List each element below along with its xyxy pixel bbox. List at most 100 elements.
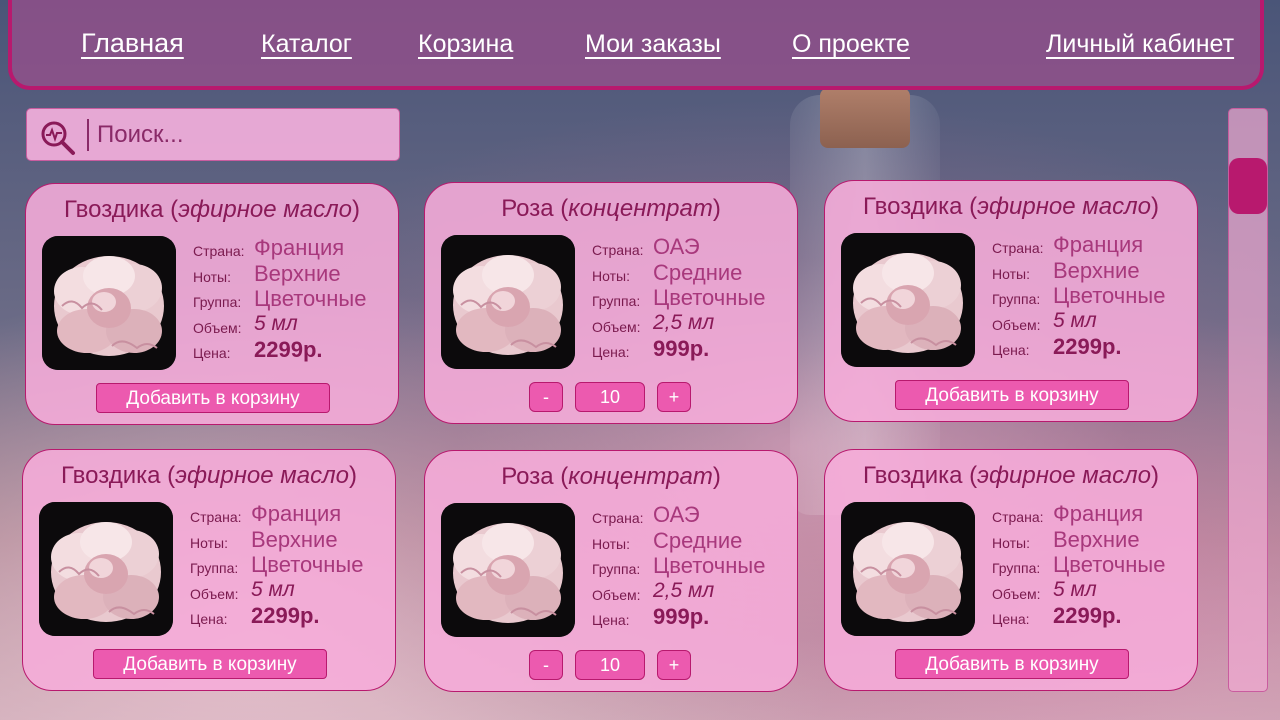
product-name: Гвоздика (	[64, 196, 179, 223]
product-title: Роза (концентрат)	[425, 195, 797, 223]
search-box	[26, 108, 400, 161]
spec-label-notes: Ноты:	[193, 268, 231, 285]
product-name-close: )	[348, 462, 357, 489]
spec-label-price: Цена:	[992, 611, 1030, 627]
product-name: Гвоздика (	[61, 462, 176, 489]
spec-label-volume: Объем:	[592, 586, 641, 603]
product-name: Роза (	[501, 195, 569, 222]
quantity-field[interactable]: 10	[575, 382, 645, 412]
product-name-close: )	[351, 196, 360, 223]
add-to-cart-button[interactable]: Добавить в корзину	[93, 649, 327, 679]
spec-label-price: Цена:	[592, 344, 630, 360]
quantity-field[interactable]: 10	[575, 650, 645, 680]
product-image	[39, 502, 173, 636]
scrollbar-thumb[interactable]	[1229, 158, 1267, 214]
product-type: эфирное масло	[175, 462, 349, 489]
product-card[interactable]: Гвоздика (эфирное масло) Страна: Франция Н…	[25, 183, 399, 425]
nav-link-cart[interactable]: Корзина	[418, 30, 513, 59]
nav-link-my-orders[interactable]: Мои заказы	[585, 30, 721, 59]
spec-label-notes: Ноты:	[992, 534, 1030, 551]
spec-label-country: Страна:	[992, 509, 1044, 525]
spec-value-group: Цветочные	[653, 553, 766, 578]
top-navbar: Главная Каталог Корзина Мои заказы О про…	[8, 0, 1264, 90]
product-card[interactable]: Роза (концентрат) Страна: ОАЭ Ноты: Средние…	[424, 182, 798, 424]
product-title: Гвоздика (эфирное масло)	[825, 193, 1197, 221]
product-card[interactable]: Гвоздика (эфирное масло) Страна: Франция Н…	[824, 180, 1198, 422]
product-name: Гвоздика (	[863, 193, 978, 220]
product-type: эфирное масло	[977, 193, 1151, 220]
spec-value-volume: 2,5 мл	[653, 578, 715, 602]
add-to-cart-button[interactable]: Добавить в корзину	[895, 649, 1129, 679]
spec-label-price: Цена:	[992, 342, 1030, 358]
product-title: Гвоздика (эфирное масло)	[23, 462, 395, 490]
add-to-cart-button[interactable]: Добавить в корзину	[895, 380, 1129, 410]
product-image	[42, 236, 176, 370]
quantity-increase-button[interactable]: +	[657, 650, 691, 680]
spec-label-group: Группа:	[190, 560, 239, 576]
spec-label-volume: Объем:	[193, 319, 242, 336]
spec-value-price: 999р.	[653, 604, 710, 629]
nav-link-account[interactable]: Личный кабинет	[1046, 30, 1234, 59]
spec-value-volume: 5 мл	[1053, 577, 1097, 601]
spec-value-group: Цветочные	[251, 552, 364, 577]
product-card[interactable]: Гвоздика (эфирное масло) Страна: Франция Н…	[824, 449, 1198, 691]
spec-label-price: Цена:	[592, 612, 630, 628]
background-bottle-cap	[820, 88, 910, 148]
product-title: Гвоздика (эфирное масло)	[26, 196, 398, 224]
product-image	[841, 233, 975, 367]
spec-value-country: ОАЭ	[653, 502, 700, 527]
product-card[interactable]: Роза (концентрат) Страна: ОАЭ Ноты: Средние…	[424, 450, 798, 692]
spec-value-country: Франция	[254, 235, 345, 260]
product-image	[841, 502, 975, 636]
quantity-decrease-button[interactable]: -	[529, 650, 563, 680]
spec-value-notes: Верхние	[1053, 257, 1140, 283]
spec-label-country: Страна:	[592, 242, 644, 258]
nav-link-about[interactable]: О проекте	[792, 30, 910, 59]
spec-value-volume: 5 мл	[1053, 308, 1097, 332]
spec-label-price: Цена:	[190, 611, 228, 627]
product-image	[441, 503, 575, 637]
spec-value-notes: Верхние	[251, 526, 338, 552]
spec-label-country: Страна:	[592, 510, 644, 526]
spec-value-notes: Верхние	[254, 260, 341, 286]
spec-label-group: Группа:	[193, 294, 242, 310]
product-type: концентрат	[568, 463, 713, 490]
product-name-close: )	[712, 463, 721, 490]
spec-value-price: 2299р.	[1053, 603, 1122, 628]
spec-value-country: ОАЭ	[653, 234, 700, 259]
quantity-decrease-button[interactable]: -	[529, 382, 563, 412]
spec-label-notes: Ноты:	[190, 534, 228, 551]
product-card[interactable]: Гвоздика (эфирное масло) Страна: Франция Н…	[22, 449, 396, 691]
spec-value-notes: Средние	[653, 527, 743, 553]
product-title: Гвоздика (эфирное масло)	[825, 462, 1197, 490]
spec-value-price: 999р.	[653, 336, 710, 361]
spec-value-country: Франция	[1053, 232, 1144, 257]
spec-value-notes: Верхние	[1053, 526, 1140, 552]
product-type: концентрат	[568, 195, 713, 222]
search-icon[interactable]	[39, 119, 77, 157]
add-to-cart-button[interactable]: Добавить в корзину	[96, 383, 330, 413]
spec-label-group: Группа:	[992, 291, 1041, 307]
spec-label-country: Страна:	[190, 509, 242, 525]
spec-value-country: Франция	[1053, 501, 1144, 526]
spec-label-volume: Объем:	[992, 585, 1041, 602]
nav-link-catalog[interactable]: Каталог	[261, 30, 352, 59]
spec-label-notes: Ноты:	[592, 535, 630, 552]
product-title: Роза (концентрат)	[425, 463, 797, 491]
spec-value-group: Цветочные	[254, 286, 367, 311]
product-name-close: )	[712, 195, 721, 222]
product-name-close: )	[1150, 462, 1159, 489]
nav-link-home[interactable]: Главная	[81, 28, 184, 59]
spec-label-notes: Ноты:	[992, 265, 1030, 282]
product-type: эфирное масло	[178, 196, 352, 223]
spec-label-group: Группа:	[592, 561, 641, 577]
spec-label-country: Страна:	[992, 240, 1044, 256]
spec-label-volume: Объем:	[992, 316, 1041, 333]
quantity-increase-button[interactable]: +	[657, 382, 691, 412]
spec-value-volume: 5 мл	[254, 311, 298, 335]
spec-label-group: Группа:	[592, 293, 641, 309]
spec-value-notes: Средние	[653, 259, 743, 285]
spec-label-volume: Объем:	[592, 318, 641, 335]
product-type: эфирное масло	[977, 462, 1151, 489]
search-input[interactable]	[87, 119, 387, 151]
